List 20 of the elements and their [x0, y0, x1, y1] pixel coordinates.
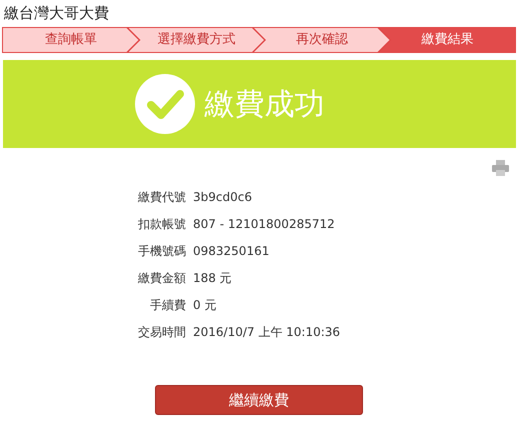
field-value: 188 元 [193, 270, 232, 286]
field-label: 手續費 [149, 296, 186, 314]
field-label: 交易時間 [137, 324, 186, 340]
field-value: 0983250161 [193, 242, 270, 260]
field-value: 0 元 [193, 296, 216, 314]
field-label: 繳費金額 [137, 270, 186, 286]
field-value: 807 - 12101800285712 [193, 216, 335, 232]
step-tab[interactable]: 選擇繳費方式 [128, 28, 264, 52]
step-tab[interactable]: 查詢帳單 [3, 28, 138, 52]
field-value: 3b9cd0c6 [193, 188, 252, 206]
page-title: 繳台灣大哥大費 [4, 3, 109, 24]
field-value: 2016/10/7 上午 10:10:36 [193, 324, 340, 340]
success-message: 繳費成功 [204, 86, 324, 124]
field-label: 手機號碼 [137, 242, 186, 260]
field-label: 繳費代號 [137, 188, 186, 206]
field-label: 扣款帳號 [137, 216, 186, 232]
step-tab[interactable]: 再次確認 [254, 28, 390, 52]
print-icon[interactable] [492, 160, 509, 176]
check-icon [134, 74, 194, 134]
continue-payment-button[interactable]: 繼續繳費 [155, 385, 363, 415]
